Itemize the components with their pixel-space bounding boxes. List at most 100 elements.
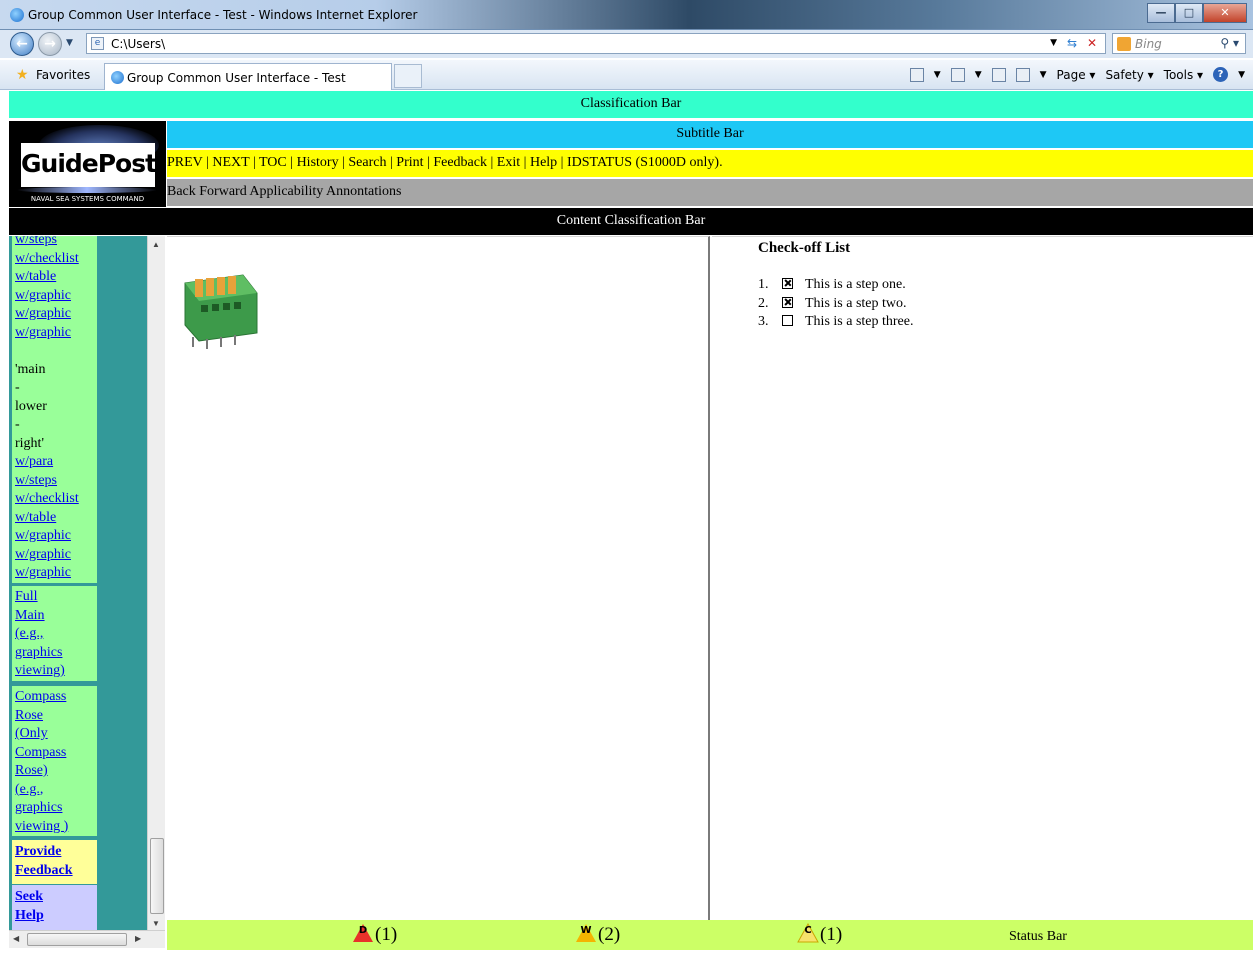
sidebar-link[interactable]: (Only — [12, 725, 97, 744]
sidebar-link[interactable]: graphics — [12, 644, 97, 663]
address-dropdown-icon[interactable]: ▼ — [1050, 38, 1057, 48]
sidebar-link[interactable]: viewing ) — [12, 818, 97, 837]
home-icon[interactable] — [909, 67, 924, 82]
sidebar-link[interactable]: Compass — [12, 688, 97, 707]
sidebar-link[interactable]: Rose) — [12, 762, 97, 781]
sidebar-link[interactable]: (e.g., — [12, 625, 97, 644]
stop-icon[interactable]: ✕ — [1087, 36, 1097, 50]
seek-help-box: Seek Help — [12, 885, 97, 930]
caution-indicator[interactable]: C (1) — [797, 923, 842, 947]
sidebar-horizontal-scrollbar[interactable]: ◀ ▶ — [9, 930, 165, 948]
sidebar-section-full-main: Full Main (e.g., graphics viewing) — [12, 586, 97, 683]
feeds-icon[interactable] — [950, 67, 965, 82]
sidebar-link[interactable]: w/para — [12, 453, 97, 472]
favorites-button[interactable]: Favorites — [36, 68, 90, 82]
address-row: ← → ▼ e C:\Users\ ▼ ⇆ ✕ Bing ⚲ ▾ — [0, 30, 1253, 58]
bing-icon — [1117, 37, 1131, 51]
sidebar-link[interactable]: (e.g., — [12, 781, 97, 800]
danger-indicator[interactable]: D (1) — [352, 923, 397, 947]
sidebar-link[interactable]: w/graphic — [12, 324, 97, 343]
sidebar-link[interactable]: Rose — [12, 707, 97, 726]
minimize-button[interactable]: — — [1147, 3, 1175, 23]
checklist-step[interactable]: 2. This is a step two. — [758, 295, 907, 313]
sidebar-link[interactable]: w/table — [12, 509, 97, 528]
sidebar-text: 'main — [15, 361, 46, 377]
sidebar-link[interactable]: graphics — [12, 799, 97, 818]
close-window-button[interactable]: ✕ — [1203, 3, 1247, 23]
content-classification-bar: Content Classification Bar — [9, 208, 1253, 235]
nav-prev-link[interactable]: PREV — [167, 155, 203, 170]
nav-next-link[interactable]: NEXT — [212, 155, 249, 170]
seek-help-link-2[interactable]: Help — [12, 907, 97, 926]
classification-bar: Classification Bar — [9, 91, 1253, 118]
back-button[interactable]: ← — [10, 32, 34, 56]
status-bar-text: Status Bar — [1009, 929, 1067, 944]
sidebar-link[interactable]: w/graphic — [12, 564, 97, 583]
new-tab-button[interactable] — [394, 64, 422, 88]
scroll-right-icon[interactable]: ▶ — [135, 934, 141, 943]
seek-help-link[interactable]: Seek — [12, 888, 97, 907]
ie-logo-icon — [10, 8, 24, 22]
sidebar-link[interactable]: w/graphic — [12, 527, 97, 546]
checkbox-checked-icon[interactable] — [782, 297, 793, 308]
nav-history-link[interactable]: History — [297, 155, 339, 170]
checkbox-checked-icon[interactable] — [782, 278, 793, 289]
scroll-thumb[interactable] — [150, 838, 164, 914]
sidebar: w/steps w/checklist w/table w/graphic w/grap… — [9, 236, 147, 930]
checkbox-unchecked-icon[interactable] — [782, 315, 793, 326]
sidebar-link[interactable]: viewing) — [12, 662, 97, 681]
sidebar-link[interactable]: Compass — [12, 744, 97, 763]
address-bar[interactable]: e C:\Users\ ▼ ⇆ ✕ — [86, 33, 1106, 54]
safety-menu[interactable]: Safety ▾ — [1105, 68, 1153, 82]
refresh-icon[interactable]: ⇆ — [1067, 36, 1077, 50]
sidebar-link[interactable]: w/graphic — [12, 546, 97, 565]
sidebar-text: lower — [15, 398, 47, 414]
search-icon[interactable]: ⚲ ▾ — [1220, 36, 1239, 50]
nav-idstatus[interactable]: IDSTATUS (S1000D only). — [567, 155, 723, 170]
provide-feedback-link[interactable]: Provide — [12, 843, 97, 862]
sidebar-link[interactable]: w/steps — [12, 472, 97, 491]
maximize-button[interactable]: □ — [1175, 3, 1203, 23]
window-titlebar: Group Common User Interface - Test - Win… — [0, 0, 1253, 30]
address-text[interactable]: C:\Users\ — [111, 37, 165, 51]
sidebar-link[interactable]: Main — [12, 607, 97, 626]
sidebar-link[interactable]: w/checklist — [12, 250, 97, 269]
tools-menu[interactable]: Tools ▾ — [1164, 68, 1203, 82]
checklist-title: Check-off List — [758, 240, 851, 256]
browser-tab[interactable]: Group Common User Interface - Test — [104, 63, 392, 90]
sidebar-link[interactable]: w/graphic — [12, 305, 97, 324]
nav-exit-link[interactable]: Exit — [497, 155, 520, 170]
checklist-step[interactable]: 1. This is a step one. — [758, 276, 906, 294]
sidebar-link[interactable]: Full — [12, 588, 97, 607]
forward-button[interactable]: → — [38, 32, 62, 56]
sidebar-link[interactable]: w/table — [12, 268, 97, 287]
search-box[interactable]: Bing ⚲ ▾ — [1112, 33, 1246, 54]
hscroll-thumb[interactable] — [27, 933, 127, 946]
nav-print-link[interactable]: Print — [396, 155, 423, 170]
scroll-up-icon[interactable]: ▲ — [152, 240, 160, 249]
sidebar-vertical-scrollbar[interactable]: ▲ ▼ — [147, 236, 165, 930]
nav-help-link[interactable]: Help — [530, 155, 557, 170]
sidebar-text: - — [15, 417, 20, 432]
history-dropdown-icon[interactable]: ▼ — [66, 38, 73, 48]
nav-feedback-link[interactable]: Feedback — [433, 155, 487, 170]
search-placeholder[interactable]: Bing — [1135, 37, 1162, 51]
sidebar-link[interactable]: w/checklist — [12, 490, 97, 509]
scroll-left-icon[interactable]: ◀ — [13, 934, 19, 943]
favorites-star-icon[interactable]: ★ — [16, 67, 29, 83]
nav-toc-link[interactable]: TOC — [259, 155, 287, 170]
help-icon[interactable]: ? — [1213, 67, 1229, 82]
mail-icon[interactable] — [991, 67, 1006, 82]
sidebar-link[interactable]: w/graphic — [12, 287, 97, 306]
provide-feedback-link-2[interactable]: Feedback — [12, 862, 97, 881]
nav-search-link[interactable]: Search — [348, 155, 386, 170]
sidebar-link[interactable]: w/steps — [12, 236, 97, 250]
checklist-step[interactable]: 3. This is a step three. — [758, 313, 913, 331]
print-icon[interactable] — [1015, 67, 1030, 82]
tab-title: Group Common User Interface - Test — [127, 71, 346, 85]
warning-indicator[interactable]: W (2) — [575, 923, 620, 947]
sidebar-section-compass-rose: Compass Rose (Only Compass Rose) (e.g., graphi… — [12, 686, 97, 838]
page-menu[interactable]: Page ▾ — [1057, 68, 1096, 82]
sidebar-text — [12, 342, 97, 361]
scroll-down-icon[interactable]: ▼ — [152, 919, 160, 928]
